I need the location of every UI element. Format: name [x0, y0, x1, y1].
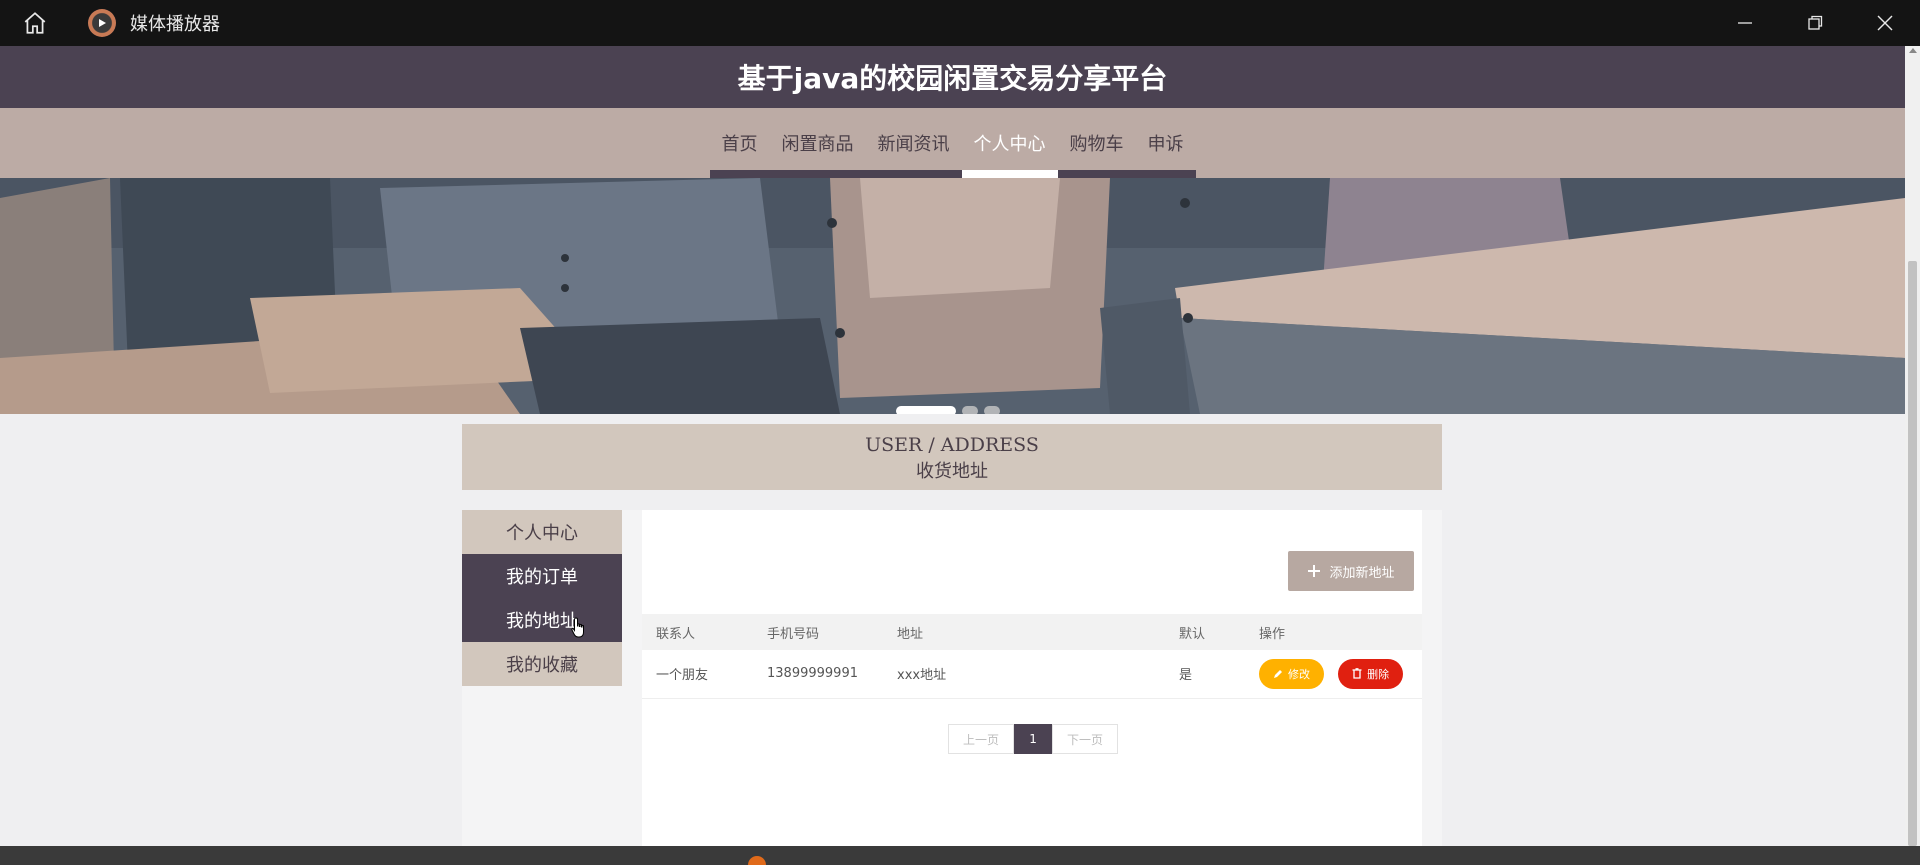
main-nav: 首页 闲置商品 新闻资讯 个人中心 购物车 申诉	[0, 108, 1905, 178]
address-main: 添加新地址 联系人 手机号码 地址 默认 操作 一个朋友 13899999991	[642, 510, 1422, 846]
col-address: 地址	[883, 614, 1165, 650]
scrollbar-thumb[interactable]	[1908, 261, 1917, 846]
banner-image	[0, 178, 1905, 414]
delete-button[interactable]: 删除	[1338, 658, 1404, 689]
site-title: 基于java的校园闲置交易分享平台	[737, 62, 1168, 95]
nav-appeal[interactable]: 申诉	[1135, 108, 1196, 178]
trash-icon	[1352, 668, 1362, 679]
side-menu: 个人中心 我的订单 我的地址 我的收藏	[462, 510, 622, 686]
nav-item-label: 新闻资讯	[877, 134, 950, 155]
nav-news[interactable]: 新闻资讯	[865, 108, 962, 178]
nav-underline	[769, 170, 866, 178]
table-row: 一个朋友 13899999991 xxx地址 是 修改 删除	[642, 650, 1422, 699]
nav-item-label: 闲置商品	[781, 134, 854, 155]
prev-page-button[interactable]: 上一页	[948, 724, 1015, 754]
scroll-up-arrow-icon[interactable]	[1909, 48, 1917, 53]
side-item-profile[interactable]: 个人中心	[462, 510, 622, 554]
side-item-favorites[interactable]: 我的收藏	[462, 642, 622, 686]
nav-item-label: 个人中心	[973, 134, 1046, 155]
section-heading: USER / ADDRESS 收货地址	[462, 424, 1442, 490]
section-title-cn: 收货地址	[916, 461, 988, 482]
close-button[interactable]	[1850, 0, 1920, 46]
col-default: 默认	[1165, 614, 1245, 650]
pencil-icon	[1274, 670, 1282, 678]
media-player-app-icon	[88, 9, 116, 37]
cell-contact: 一个朋友	[642, 650, 753, 699]
address-table: 联系人 手机号码 地址 默认 操作 一个朋友 13899999991 xxx地址…	[642, 614, 1422, 699]
table-header-row: 联系人 手机号码 地址 默认 操作	[642, 614, 1422, 650]
carousel-dot[interactable]	[984, 406, 1000, 414]
home-button[interactable]	[0, 0, 70, 46]
carousel-dots	[896, 406, 1000, 414]
restore-icon	[1808, 15, 1823, 30]
minimize-button[interactable]	[1710, 0, 1780, 46]
page-scrollbar[interactable]	[1905, 46, 1920, 846]
window-titlebar: 媒体播放器	[0, 0, 1920, 46]
edit-button[interactable]: 修改	[1259, 659, 1324, 689]
cell-address: xxx地址	[883, 650, 1165, 699]
hand-cursor-icon	[571, 617, 584, 638]
nav-profile[interactable]: 个人中心	[961, 108, 1058, 178]
nav-goods[interactable]: 闲置商品	[769, 108, 866, 178]
close-icon	[1877, 15, 1893, 31]
web-viewport: 基于java的校园闲置交易分享平台 首页 闲置商品 新闻资讯 个人中心 购物车 申诉	[0, 46, 1905, 846]
cell-actions: 修改 删除	[1245, 650, 1422, 699]
col-actions: 操作	[1245, 614, 1422, 650]
add-address-label: 添加新地址	[1329, 565, 1395, 581]
section-title-en: USER / ADDRESS	[865, 434, 1039, 456]
nav-underline	[1057, 170, 1136, 178]
seek-knob[interactable]	[748, 856, 766, 865]
nav-item-label: 首页	[721, 134, 758, 155]
side-item-addresses[interactable]: 我的地址	[462, 598, 622, 642]
edit-label: 修改	[1288, 668, 1310, 681]
add-address-button[interactable]: 添加新地址	[1288, 551, 1414, 591]
page-1-button[interactable]: 1	[1014, 724, 1053, 754]
nav-home[interactable]: 首页	[709, 108, 770, 178]
side-item-label: 个人中心	[506, 523, 578, 544]
next-page-button[interactable]: 下一页	[1052, 724, 1119, 754]
plus-icon	[1308, 565, 1321, 577]
side-item-label: 我的地址	[506, 611, 578, 632]
col-contact: 联系人	[642, 614, 753, 650]
nav-underline	[1135, 170, 1196, 178]
pagination: 上一页 1 下一页	[948, 724, 1119, 754]
nav-item-label: 购物车	[1069, 134, 1124, 155]
nav-list: 首页 闲置商品 新闻资讯 个人中心 购物车 申诉	[709, 108, 1196, 178]
side-item-label: 我的订单	[506, 567, 578, 588]
restore-button[interactable]	[1780, 0, 1850, 46]
delete-label: 删除	[1367, 667, 1390, 681]
nav-underline	[961, 170, 1058, 178]
carousel-dot[interactable]	[896, 406, 956, 414]
app-title: 媒体播放器	[130, 14, 220, 35]
carousel-dot[interactable]	[962, 406, 978, 414]
nav-cart[interactable]: 购物车	[1057, 108, 1136, 178]
nav-underline	[865, 170, 962, 178]
minimize-icon	[1738, 22, 1752, 24]
site-header: 基于java的校园闲置交易分享平台	[0, 46, 1905, 108]
col-phone: 手机号码	[753, 614, 883, 650]
banner-carousel	[0, 178, 1905, 414]
nav-item-label: 申诉	[1147, 134, 1184, 155]
media-control-bar	[0, 846, 1920, 865]
content-panel: 个人中心 我的订单 我的地址 我的收藏 添加新地址 联系人 手机号码 地址 默认…	[462, 510, 1442, 846]
cell-phone: 13899999991	[753, 650, 883, 699]
home-icon	[24, 12, 46, 34]
nav-underline	[709, 170, 770, 178]
side-item-label: 我的收藏	[506, 655, 578, 676]
cell-default: 是	[1165, 650, 1245, 699]
side-item-orders[interactable]: 我的订单	[462, 554, 622, 598]
